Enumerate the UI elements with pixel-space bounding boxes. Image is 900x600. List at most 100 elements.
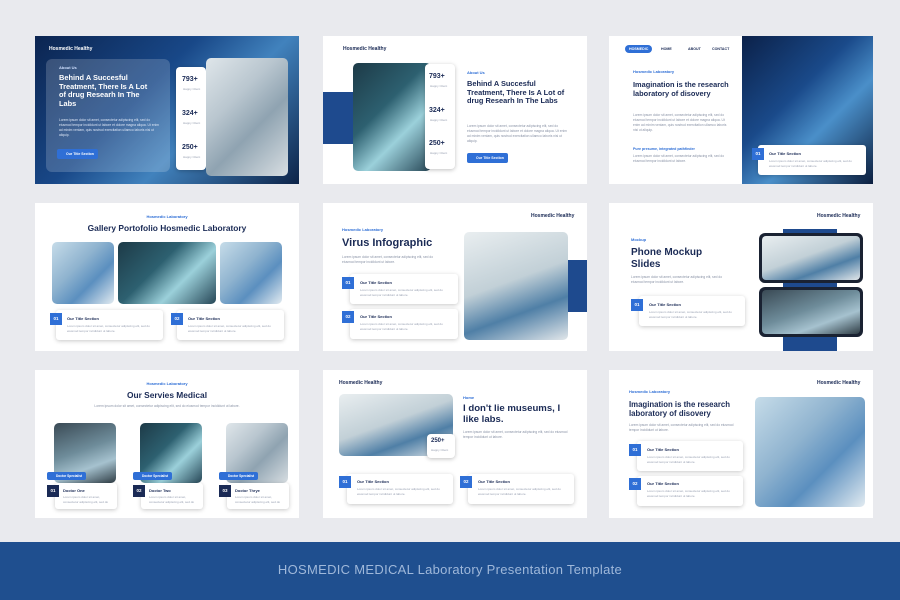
- stat-value: 250+: [429, 140, 445, 147]
- section-text: Lorem ipsum dolor sit amet, consectetur …: [649, 310, 732, 319]
- section-text: Lorem ipsum dolor sit amet, consectetur …: [357, 487, 440, 496]
- body-text: Lorem ipsum dolor sit amet, consectetur …: [467, 124, 567, 143]
- doctor-name: Doctor Two: [149, 488, 171, 493]
- step-number: 02: [133, 485, 145, 497]
- gallery-photo-1: [52, 242, 114, 304]
- body-text: Lorem ipsum dolor sit amet, consectetur …: [629, 423, 734, 432]
- lab-tag: Hosmedic Laboratory: [146, 381, 188, 386]
- section-text: Lorem ipsum dolor sit amet, consectetur …: [360, 288, 443, 297]
- stat-label: Happy Client: [183, 121, 201, 125]
- slide-title: Phone Mockup Slides: [631, 247, 703, 270]
- section-title: Our Title Section: [357, 479, 389, 484]
- surgeon-photo: [353, 63, 431, 171]
- phone-screen: [762, 290, 860, 334]
- slide-imagination-nav[interactable]: HOSMEDIC HOME ABOUT CONTACT Hosmedic Lab…: [609, 36, 873, 184]
- brand-label: Hosmedic Healthy: [339, 380, 383, 386]
- surgery-photo: [755, 397, 865, 507]
- slide-about-us-dark[interactable]: Hosmedic Healthy About Us Behind A Succe…: [35, 36, 299, 184]
- slide-imagination-cards[interactable]: Hosmedic Healthy Hosmedic Laboratory Ima…: [609, 370, 873, 518]
- phone-mockup-1: [759, 233, 863, 283]
- step-number: 02: [342, 311, 354, 323]
- stat-label: Happy Client: [183, 87, 201, 91]
- slide-virus-infographic[interactable]: Hosmedic Healthy Hosmedic Laboratory Vir…: [323, 203, 587, 351]
- brand-label: Hosmedic Healthy: [817, 213, 861, 219]
- section-title: Our Title Section: [647, 481, 679, 486]
- brand-label: Hosmedic Healthy: [49, 46, 93, 52]
- slide-labs-quote[interactable]: Hosmedic Healthy 250+ Happy Client Home …: [323, 370, 587, 518]
- lab-tag: Hosmedic Laboratory: [633, 69, 675, 74]
- cta-label: Our Title Section: [476, 156, 504, 160]
- stat-label: Happy Client: [431, 448, 449, 452]
- slide-title: Imagination is the research laboratory o…: [629, 400, 730, 419]
- stat-label: Happy Client: [183, 155, 201, 159]
- step-number: 01: [752, 148, 764, 160]
- body-text: Lorem ipsum dolor sit amet, consectetur …: [463, 430, 568, 439]
- body-text: Lorem ipsum dolor sit amet, consectetur …: [633, 113, 727, 132]
- slide-gallery-portfolio[interactable]: Hosmedic Laboratory Gallery Portofolio H…: [35, 203, 299, 351]
- section-text: Lorem ipsum dolor sit amet, consectetur …: [647, 455, 730, 464]
- section-title: Our Title Section: [188, 316, 220, 321]
- slide-title: Imagination is the research laboratory o…: [633, 80, 729, 98]
- home-tag: Home: [463, 395, 475, 400]
- section-text: Lorem ipsum dolor sit amet, consectetur …: [769, 159, 852, 168]
- scientist-photo: [464, 232, 568, 340]
- section-title: Our Title Section: [769, 151, 801, 156]
- lab-tag: Hosmedic Laboratory: [629, 389, 671, 394]
- highlight-link[interactable]: Pure presume, integrated pathfinder: [633, 147, 695, 151]
- specialist-badge: Doctor Specialist: [133, 472, 173, 480]
- stat-value: 793+: [182, 76, 198, 83]
- cta-button[interactable]: Our Title Section: [467, 153, 508, 163]
- slide-title: Virus Infographic: [342, 237, 433, 249]
- section-title: Our Title Section: [649, 302, 681, 307]
- slide-title: I don't lie museums, I like labs.: [463, 403, 561, 426]
- brand-label: Hosmedic Healthy: [343, 46, 387, 52]
- step-number: 02: [629, 478, 641, 490]
- stat-value: 793+: [429, 73, 445, 80]
- slide-phone-mockup[interactable]: Hosmedic Healthy Mockup Phone Mockup Sli…: [609, 203, 873, 351]
- brand-label: Hosmedic Healthy: [531, 213, 575, 219]
- phone-mockup-2: [759, 287, 863, 337]
- gallery-photo-2: [118, 242, 216, 304]
- section-title: Our Title Section: [478, 479, 510, 484]
- stat-label: Happy Client: [430, 118, 448, 122]
- step-number: 01: [631, 299, 643, 311]
- about-tag: About Us: [467, 70, 485, 75]
- stat-value: 324+: [429, 107, 445, 114]
- mockup-tag: Mockup: [631, 237, 647, 242]
- section-text: Lorem ipsum dolor sit amet, consectetur …: [647, 489, 730, 498]
- stat-value: 250+: [182, 144, 198, 151]
- stat-label: Happy Client: [430, 151, 448, 155]
- cta-button[interactable]: Our Title Section: [57, 149, 98, 159]
- doctor-name: Doctor One: [63, 488, 85, 493]
- step-number: 01: [342, 277, 354, 289]
- body-text: Lorem ipsum dolor sit amet, consectetur …: [342, 255, 434, 264]
- specialist-badge: Doctor Specialist: [47, 472, 87, 480]
- body-text-small: Lorem ipsum dolor sit amet, consectetur …: [633, 154, 725, 163]
- slide-our-services[interactable]: Hosmedic Laboratory Our Servies Medical …: [35, 370, 299, 518]
- accent-bar: [567, 260, 587, 312]
- nav-item-about[interactable]: ABOUT: [688, 45, 701, 53]
- gallery-photo-3: [220, 242, 282, 304]
- lab-tag: Hosmedic Laboratory: [146, 214, 188, 219]
- step-number: 01: [339, 476, 351, 488]
- section-title: Our Title Section: [67, 316, 99, 321]
- nav-item-home[interactable]: HOME: [661, 45, 672, 53]
- slide-title: Behind A Succesful Treatment, There Is A…: [467, 79, 565, 106]
- section-text: Lorem ipsum dolor sit amet, consectetur …: [188, 324, 271, 333]
- brand-label: Hosmedic Healthy: [817, 380, 861, 386]
- step-number: 01: [50, 313, 62, 325]
- nav-item-hosmedic[interactable]: HOSMEDIC: [625, 45, 653, 53]
- step-number: 02: [460, 476, 472, 488]
- body-text: Lorem ipsum dolor sit amet, consectetur …: [94, 404, 240, 408]
- about-tag: About Us: [59, 65, 77, 70]
- doctor-text: Lorem ipsum dolor sit amet, consectetur …: [235, 495, 283, 505]
- slide-about-us-light[interactable]: Hosmedic Healthy 793+ Happy Client 324+ …: [323, 36, 587, 184]
- section-text: Lorem ipsum dolor sit amet, consectetur …: [478, 487, 561, 496]
- lab-photo: [206, 58, 288, 176]
- slide-title: Our Servies Medical: [126, 390, 208, 400]
- nav-item-contact[interactable]: CONTACT: [712, 45, 729, 53]
- cta-label: Our Title Section: [66, 152, 94, 156]
- doctor-text: Lorem ipsum dolor sit amet, consectetur …: [149, 495, 197, 505]
- footer-caption: HOSMEDIC MEDICAL Laboratory Presentation…: [277, 562, 623, 577]
- phone-screen: [762, 236, 860, 280]
